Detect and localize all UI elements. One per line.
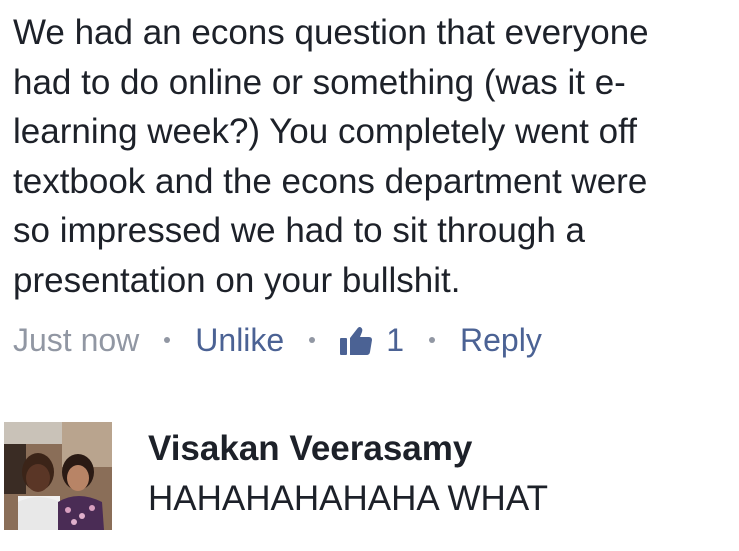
comment-line: presentation on your bullshit.	[13, 260, 461, 300]
separator-dot	[164, 337, 171, 343]
avatar[interactable]	[4, 422, 112, 530]
comment-text: We had an econs question that everyone h…	[13, 8, 733, 305]
like-count-number: 1	[386, 321, 404, 358]
thumbs-up-icon	[340, 327, 373, 355]
unlike-button[interactable]: Unlike	[195, 322, 284, 359]
reply-text: HAHAHAHAHAHA WHAT	[148, 479, 548, 518]
reply-button[interactable]: Reply	[460, 322, 542, 359]
comment-actions: Just now Unlike 1 Reply	[13, 318, 542, 362]
comment-line: learning week?) You completely went off	[13, 112, 637, 151]
comment-timestamp[interactable]: Just now	[13, 322, 139, 359]
separator-dot	[309, 337, 316, 343]
comment-line: We had an econs question that everyone	[13, 13, 649, 52]
reply-comment: Visakan Veerasamy HAHAHAHAHAHA WHAT	[0, 418, 739, 538]
comment-line: had to do online or something (was it e-	[13, 62, 626, 102]
like-count[interactable]: 1	[340, 322, 404, 359]
comment-line: textbook and the econs department were	[13, 161, 648, 201]
reply-author-name[interactable]: Visakan Veerasamy	[148, 426, 472, 472]
comment-line: so impressed we had to sit through a	[13, 211, 585, 250]
profile-photo-icon	[4, 422, 112, 530]
separator-dot	[429, 337, 435, 343]
